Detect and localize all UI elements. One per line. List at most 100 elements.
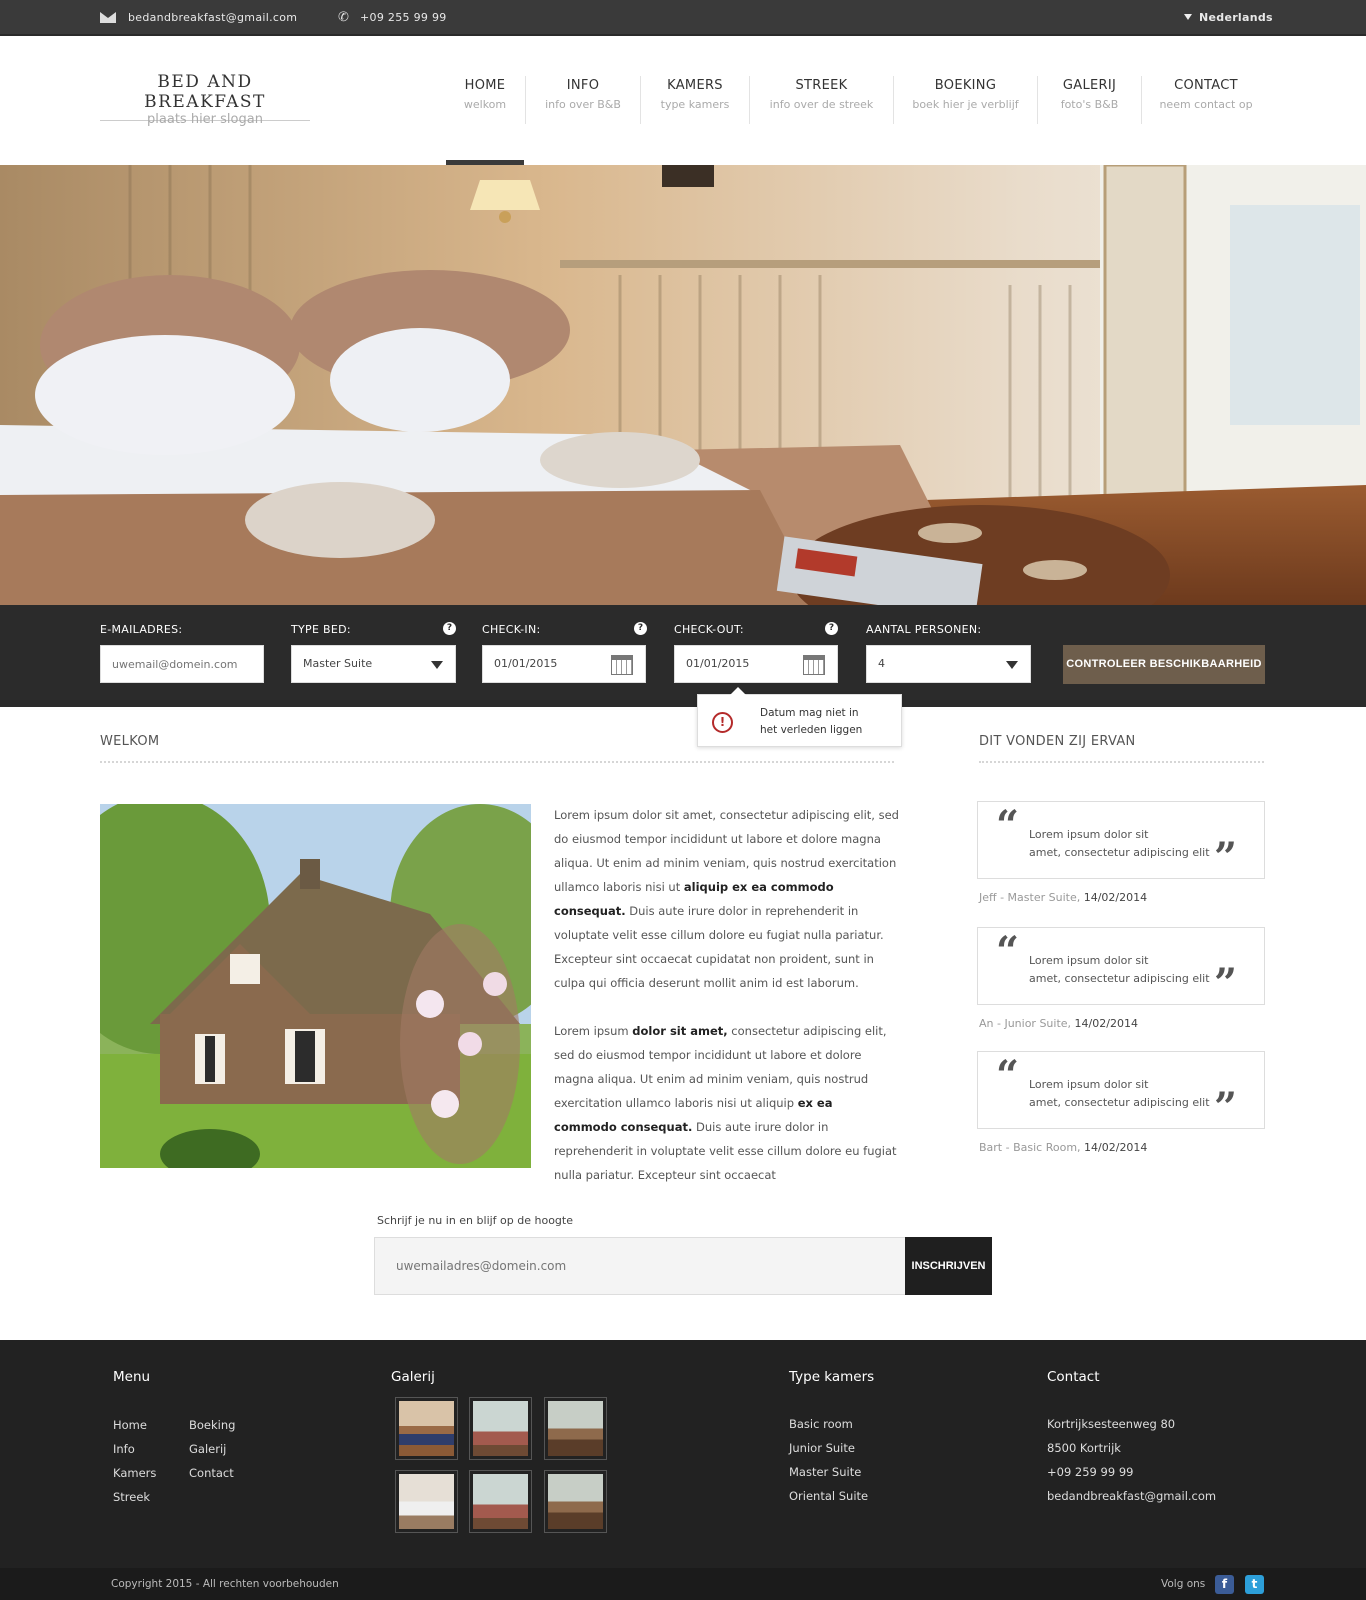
nav-title: KAMERS xyxy=(667,78,723,93)
review-line: amet, consectetur adipiscing elit xyxy=(1029,846,1210,859)
tooltip-line: Datum mag niet in xyxy=(760,707,859,719)
phone-icon: ✆ xyxy=(338,10,349,25)
quote-close-icon: ” xyxy=(1214,1084,1238,1131)
review-author-name: Jeff - Master Suite, xyxy=(979,891,1081,904)
checkout-label: CHECK-OUT: xyxy=(674,623,744,636)
nav-streek[interactable]: STREEK info over de streek xyxy=(750,78,893,124)
footer-rooms-title: Type kamers xyxy=(789,1369,875,1385)
nav-title: BOEKING xyxy=(934,78,997,93)
nav-kamers[interactable]: KAMERS type kamers xyxy=(641,78,749,124)
newsletter-email-input[interactable] xyxy=(374,1237,906,1295)
footer-contact-title: Contact xyxy=(1047,1369,1100,1385)
nav-info[interactable]: INFO info over B&B xyxy=(526,78,640,124)
nav-title: STREEK xyxy=(795,78,848,93)
check-availability-button[interactable]: CONTROLEER BESCHIKBAARHEID xyxy=(1063,645,1265,684)
footer-email[interactable]: bedandbreakfast@gmail.com xyxy=(1047,1489,1216,1503)
topbar-phone[interactable]: +09 255 99 99 xyxy=(360,11,447,24)
nav-subtitle: type kamers xyxy=(660,98,730,111)
review-card: “ Lorem ipsum dolor sit amet, consectetur… xyxy=(977,927,1265,1005)
review-text: Lorem ipsum dolor sit amet, consectetur a… xyxy=(1029,1076,1214,1112)
nav-title: GALERIJ xyxy=(1062,78,1117,93)
quote-open-icon: “ xyxy=(996,928,1020,975)
review-line: Lorem ipsum dolor sit xyxy=(1029,954,1149,967)
persons-select[interactable]: 4 xyxy=(866,645,1031,683)
top-bar: bedandbreakfast@gmail.com ✆ +09 255 99 9… xyxy=(0,0,1366,36)
booking-email-field[interactable] xyxy=(100,645,264,683)
gallery-thumbnail[interactable] xyxy=(395,1470,458,1533)
nav-title: INFO xyxy=(566,78,600,93)
footer-gallery-title: Galerij xyxy=(391,1369,435,1385)
house-photo xyxy=(100,804,531,1168)
chevron-down-icon xyxy=(431,661,443,669)
footer-room-link[interactable]: Master Suite xyxy=(789,1465,861,1479)
review-author-name: An - Junior Suite, xyxy=(979,1017,1072,1030)
nav-title: CONTACT xyxy=(1174,78,1238,93)
gallery-thumbnail[interactable] xyxy=(544,1470,607,1533)
twitter-icon[interactable]: t xyxy=(1245,1575,1264,1594)
follow-us-label: Volg ons xyxy=(1161,1578,1206,1590)
text-run: Lorem ipsum xyxy=(554,1024,633,1038)
nav-boeking[interactable]: BOEKING boek hier je verblijf xyxy=(894,78,1037,124)
quote-open-icon: “ xyxy=(996,802,1020,849)
topbar-email[interactable]: bedandbreakfast@gmail.com xyxy=(128,11,297,24)
checkin-label: CHECK-IN: xyxy=(482,623,541,636)
review-author: An - Junior Suite, 14/02/2014 xyxy=(979,1017,1138,1030)
nav-subtitle: info over de streek xyxy=(769,98,874,111)
gallery-thumbnail[interactable] xyxy=(469,1397,532,1460)
calendar-icon[interactable] xyxy=(611,655,633,675)
footer-link-galerij[interactable]: Galerij xyxy=(189,1442,226,1456)
nav-subtitle: welkom xyxy=(463,98,507,111)
slogan: plaats hier slogan xyxy=(147,112,263,127)
footer-link-kamers[interactable]: Kamers xyxy=(113,1466,156,1480)
bed-type-select[interactable]: Master Suite xyxy=(291,645,456,683)
review-line: Lorem ipsum dolor sit xyxy=(1029,1078,1149,1091)
footer-link-contact[interactable]: Contact xyxy=(189,1466,234,1480)
chevron-down-icon xyxy=(1006,661,1018,669)
footer-link-home[interactable]: Home xyxy=(113,1418,147,1432)
language-selector[interactable]: Nederlands xyxy=(1199,11,1273,24)
quote-open-icon: “ xyxy=(996,1052,1020,1099)
bed-type-value: Master Suite xyxy=(303,657,373,670)
review-card: “ Lorem ipsum dolor sit amet, consectetur… xyxy=(977,1051,1265,1129)
help-icon[interactable]: ? xyxy=(825,622,838,635)
review-author: Jeff - Master Suite, 14/02/2014 xyxy=(979,891,1147,904)
gallery-thumbnail[interactable] xyxy=(469,1470,532,1533)
footer-room-link[interactable]: Junior Suite xyxy=(789,1441,855,1455)
welcome-paragraph-1: Lorem ipsum dolor sit amet, consectetur … xyxy=(554,803,899,995)
booking-email-input[interactable] xyxy=(112,646,263,682)
copyright-text: Copyright 2015 - All rechten voorbehoude… xyxy=(111,1578,339,1590)
review-date: 14/02/2014 xyxy=(1074,1017,1138,1030)
gallery-thumbnail[interactable] xyxy=(544,1397,607,1460)
footer-link-streek[interactable]: Streek xyxy=(113,1490,150,1504)
envelope-icon xyxy=(100,12,116,23)
review-text: Lorem ipsum dolor sit amet, consectetur a… xyxy=(1029,952,1214,988)
calendar-icon[interactable] xyxy=(803,655,825,675)
help-icon[interactable]: ? xyxy=(634,622,647,635)
help-icon[interactable]: ? xyxy=(443,622,456,635)
checkin-value: 01/01/2015 xyxy=(494,657,558,670)
nav-home[interactable]: HOME welkom xyxy=(446,78,524,124)
review-text: Lorem ipsum dolor sit amet, consectetur a… xyxy=(1029,826,1214,862)
nav-subtitle: boek hier je verblijf xyxy=(912,98,1019,111)
gallery-thumbnail[interactable] xyxy=(395,1397,458,1460)
checkout-date-field[interactable]: 01/01/2015 xyxy=(674,645,838,683)
footer-room-link[interactable]: Basic room xyxy=(789,1417,853,1431)
facebook-icon[interactable]: f xyxy=(1215,1575,1234,1594)
footer-link-info[interactable]: Info xyxy=(113,1442,135,1456)
review-card: “ Lorem ipsum dolor sit amet, consectetur… xyxy=(977,801,1265,879)
alert-icon: ! xyxy=(712,712,733,733)
caret-down-icon[interactable] xyxy=(1184,14,1192,20)
footer-phone[interactable]: +09 259 99 99 xyxy=(1047,1465,1133,1479)
nav-galerij[interactable]: GALERIJ foto's B&B xyxy=(1038,78,1141,124)
review-line: Lorem ipsum dolor sit xyxy=(1029,828,1149,841)
footer-link-boeking[interactable]: Boeking xyxy=(189,1418,235,1432)
nav-subtitle: info over B&B xyxy=(545,98,621,111)
persons-label: AANTAL PERSONEN: xyxy=(866,623,982,636)
review-line: amet, consectetur adipiscing elit xyxy=(1029,1096,1210,1109)
footer-city: 8500 Kortrijk xyxy=(1047,1441,1121,1455)
subscribe-button[interactable]: INSCHRIJVEN xyxy=(905,1237,992,1295)
footer-room-link[interactable]: Oriental Suite xyxy=(789,1489,868,1503)
checkin-date-field[interactable]: 01/01/2015 xyxy=(482,645,646,683)
nav-contact[interactable]: CONTACT neem contact op xyxy=(1142,78,1270,124)
persons-value: 4 xyxy=(878,657,885,670)
